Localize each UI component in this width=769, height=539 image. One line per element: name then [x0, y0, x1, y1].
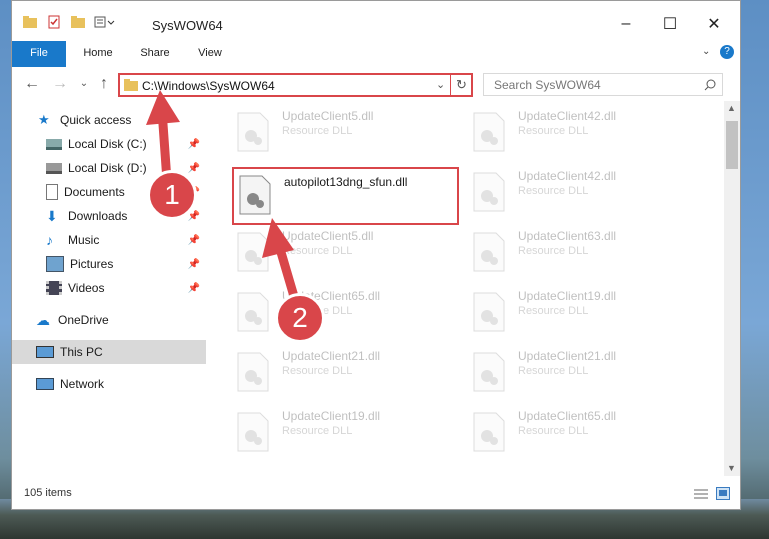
annotation-arrows — [146, 90, 303, 315]
step-badge-1: 1 — [147, 170, 197, 220]
step-badge-2: 2 — [275, 293, 325, 343]
